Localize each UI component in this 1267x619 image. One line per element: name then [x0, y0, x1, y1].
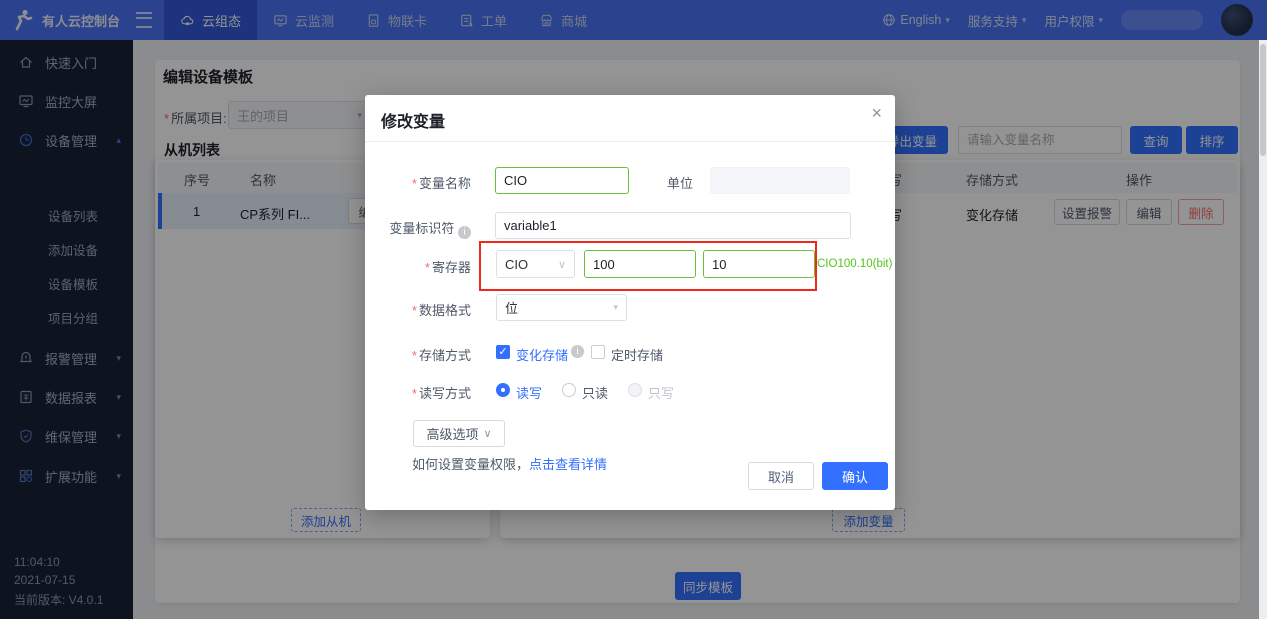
modal-title: 修改变量	[381, 108, 445, 132]
caret-down-icon: ▾	[613, 302, 618, 313]
write-only-radio[interactable]	[628, 383, 642, 397]
identifier-input[interactable]	[495, 212, 851, 239]
permission-hint: 如何设置变量权限，点击查看详情	[412, 454, 607, 473]
modal-divider	[365, 141, 895, 142]
timed-storage-checkbox[interactable]	[591, 345, 605, 359]
info-icon[interactable]: i	[571, 345, 584, 358]
register-label: *寄存器	[365, 257, 471, 276]
write-only-option[interactable]: 只写	[648, 383, 674, 402]
register-bit-input[interactable]	[703, 250, 815, 278]
read-only-radio[interactable]	[562, 383, 576, 397]
modify-variable-modal: 修改变量 × *变量名称 单位 变量标识符 i *寄存器 CIO ∨ CIO10…	[365, 95, 895, 510]
format-label: *数据格式	[365, 300, 471, 319]
timed-storage-option[interactable]: 定时存储	[611, 345, 663, 364]
change-storage-option[interactable]: 变化存储	[516, 345, 568, 364]
rw-label: *读写方式	[365, 383, 471, 402]
unit-input	[710, 167, 850, 194]
close-icon[interactable]: ×	[871, 104, 882, 122]
view-details-link[interactable]: 点击查看详情	[529, 457, 607, 472]
chevron-down-icon: ∨	[483, 427, 491, 440]
page-scrollbar-thumb[interactable]	[1260, 44, 1266, 156]
variable-name-label: *变量名称	[365, 173, 471, 192]
info-icon[interactable]: i	[458, 226, 471, 239]
format-select[interactable]: 位 ▾	[496, 294, 627, 321]
app-root: 有人云控制台 云组态 云监测 物联卡	[0, 0, 1267, 619]
identifier-label: 变量标识符 i	[365, 218, 471, 239]
read-only-option[interactable]: 只读	[582, 383, 608, 402]
cancel-button[interactable]: 取消	[748, 462, 814, 490]
register-address-input[interactable]	[584, 250, 696, 278]
variable-name-input[interactable]	[495, 167, 629, 194]
chevron-down-icon: ∨	[558, 258, 566, 271]
read-write-radio[interactable]	[496, 383, 510, 397]
change-storage-checkbox[interactable]: ✓	[496, 345, 510, 359]
register-type-select[interactable]: CIO ∨	[496, 250, 575, 278]
advanced-options-button[interactable]: 高级选项 ∨	[413, 420, 505, 447]
read-write-option[interactable]: 读写	[516, 383, 542, 402]
storage-label: *存储方式	[365, 345, 471, 364]
register-preview: CIO100.10(bit)	[817, 258, 892, 270]
confirm-button[interactable]: 确认	[822, 462, 888, 490]
unit-label: 单位	[667, 173, 693, 192]
